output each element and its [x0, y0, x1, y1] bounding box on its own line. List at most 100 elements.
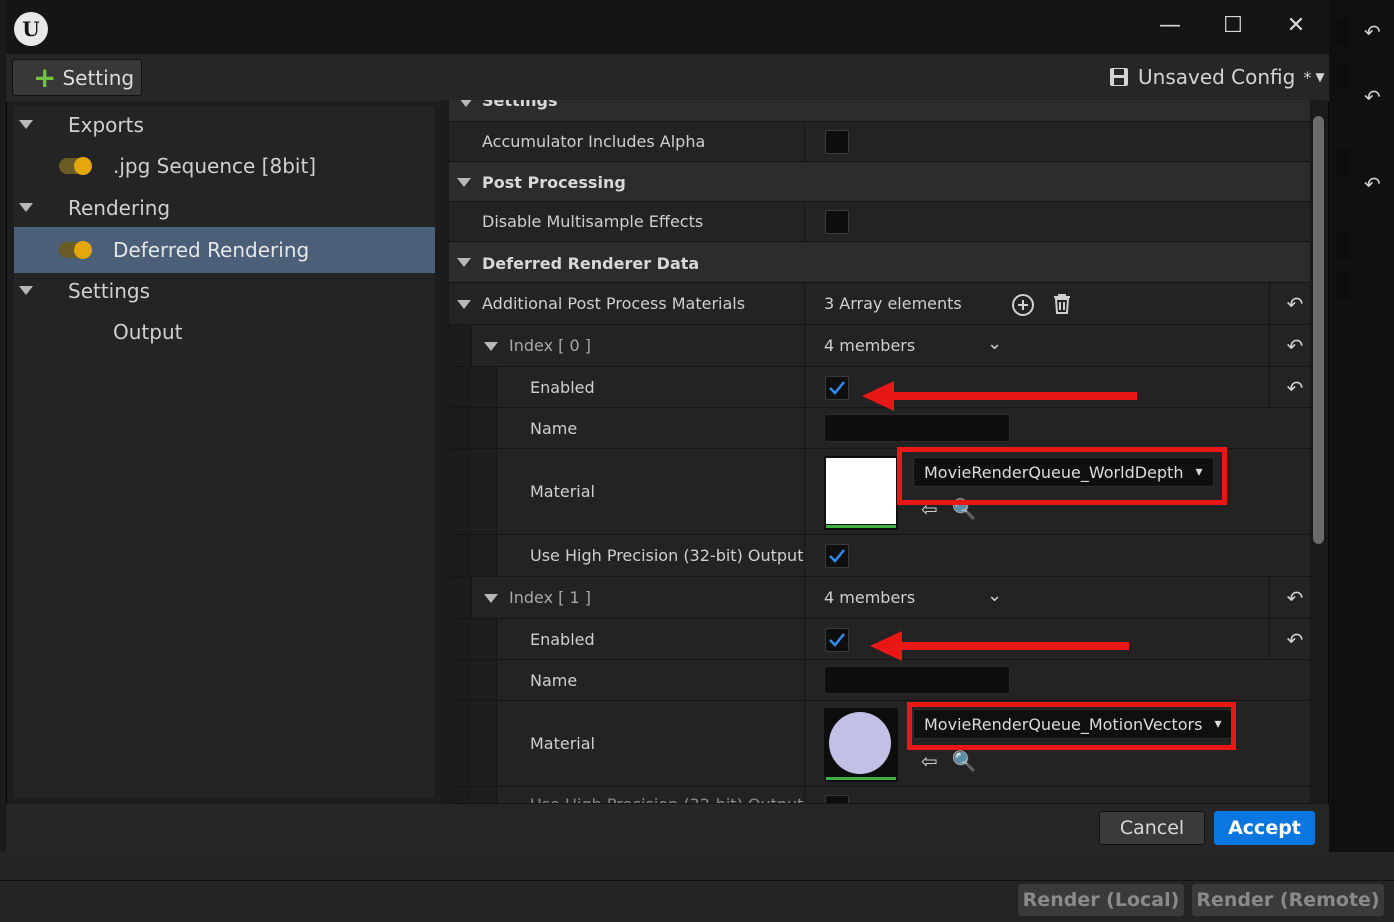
add-setting-label: Setting: [62, 65, 135, 90]
cancel-button[interactable]: Cancel: [1099, 811, 1205, 845]
enable-toggle[interactable]: [59, 156, 92, 175]
chevron-down-icon: ▼: [1315, 70, 1325, 84]
undo-icon[interactable]: ↶: [1284, 586, 1306, 610]
array-index-1: Index [ 1 ] 4 members ⌄ ↶: [449, 577, 1310, 619]
checkmark-icon: [829, 381, 845, 395]
expand-arrow-icon: [457, 178, 471, 187]
enable-toggle[interactable]: [59, 241, 92, 259]
background-field: [1336, 62, 1350, 90]
checkmark-icon: [829, 549, 845, 563]
accumulator-alpha-checkbox[interactable]: [825, 130, 849, 154]
property-label: Material: [530, 482, 595, 501]
category-deferred-renderer-data[interactable]: Deferred Renderer Data: [449, 242, 1310, 283]
property-name-1: Name: [449, 660, 1310, 701]
property-label: Use High Precision (32-bit) Output: [530, 795, 803, 803]
expand-arrow-icon: [19, 203, 33, 212]
property-label: Use High Precision (32-bit) Output: [530, 546, 804, 565]
details-scrollbar[interactable]: [1313, 116, 1324, 544]
background-field: [1336, 232, 1350, 260]
expand-arrow-icon[interactable]: [457, 300, 471, 309]
tree-item-rendering[interactable]: Rendering: [14, 187, 435, 228]
config-dropdown[interactable]: Unsaved Config * ▼: [1108, 60, 1325, 94]
title-bar: [6, 0, 1329, 54]
expand-arrow-icon[interactable]: [484, 594, 498, 603]
name-input[interactable]: [824, 666, 1010, 694]
render-remote-button[interactable]: Render (Remote): [1192, 884, 1384, 916]
property-accumulator-alpha: Accumulator Includes Alpha: [449, 122, 1310, 162]
annotation-arrow-icon: [862, 381, 1137, 411]
tree-item-settings[interactable]: Settings: [14, 270, 435, 311]
undo-icon[interactable]: ↶: [1364, 20, 1381, 44]
annotation-highlight-box: [907, 702, 1236, 750]
property-label: Additional Post Process Materials: [482, 294, 746, 313]
enabled-checkbox[interactable]: [825, 376, 849, 400]
use-selected-icon[interactable]: ⇦: [921, 749, 938, 773]
property-label: Enabled: [530, 630, 595, 649]
property-label: Accumulator Includes Alpha: [482, 132, 706, 151]
material-thumbnail[interactable]: [824, 708, 898, 782]
background-field: [1336, 148, 1350, 176]
background-field: [1336, 272, 1350, 300]
category-settings[interactable]: Settings: [449, 100, 1310, 122]
render-local-button[interactable]: Render (Local): [1018, 884, 1184, 916]
tree-item-label: Output: [113, 319, 183, 344]
tree-item-label: Deferred Rendering: [113, 238, 310, 262]
modified-indicator: *: [1303, 67, 1312, 87]
unreal-logo-icon: U: [14, 12, 48, 46]
undo-icon[interactable]: ↶: [1364, 172, 1381, 196]
minimize-button[interactable]: —: [1152, 10, 1188, 40]
tree-item-label: Exports: [68, 112, 144, 137]
property-label: Material: [530, 734, 595, 753]
members-count: 4 members: [824, 336, 916, 355]
category-label: Settings: [482, 100, 558, 110]
index-number: [ 0 ]: [558, 336, 591, 355]
undo-icon[interactable]: ↶: [1284, 628, 1306, 652]
expand-arrow-icon: [19, 120, 33, 129]
expand-arrow-icon: [19, 286, 33, 295]
disable-multisample-checkbox[interactable]: [825, 210, 849, 234]
undo-icon[interactable]: ↶: [1284, 334, 1306, 358]
add-element-icon[interactable]: [1011, 293, 1035, 317]
category-label: Post Processing: [482, 173, 626, 192]
index-label: Index: [509, 588, 554, 607]
plus-icon: +: [33, 60, 57, 94]
browse-icon[interactable]: 🔍: [952, 749, 977, 773]
enabled-checkbox[interactable]: [825, 628, 849, 652]
add-setting-button[interactable]: + Setting: [12, 59, 142, 96]
config-name: Unsaved Config: [1138, 65, 1296, 89]
divider: [0, 880, 1394, 881]
category-label: Deferred Renderer Data: [482, 254, 700, 273]
property-additional-materials: Additional Post Process Materials 3 Arra…: [449, 283, 1310, 325]
trash-icon[interactable]: [1051, 292, 1073, 316]
checkmark-icon: [829, 633, 845, 647]
undo-icon[interactable]: ↶: [1284, 292, 1306, 316]
tree-item-jpg-sequence[interactable]: .jpg Sequence [8bit]: [14, 145, 435, 186]
material-thumbnail[interactable]: [824, 456, 898, 530]
tree-item-output[interactable]: Output: [14, 311, 435, 352]
chevron-down-icon[interactable]: ⌄: [987, 585, 1002, 606]
tree-item-exports[interactable]: Exports: [14, 104, 435, 145]
property-label: Name: [530, 671, 578, 690]
undo-icon[interactable]: ↶: [1364, 85, 1381, 109]
array-index-0: Index [ 0 ] 4 members ⌄ ↶: [449, 325, 1310, 367]
expand-arrow-icon: [457, 258, 471, 267]
save-icon: [1110, 68, 1128, 86]
name-input[interactable]: [824, 414, 1010, 442]
accept-button[interactable]: Accept: [1214, 811, 1315, 845]
undo-icon[interactable]: ↶: [1284, 376, 1306, 400]
array-count: 3 Array elements: [824, 294, 962, 313]
index-number: [ 1 ]: [558, 588, 591, 607]
maximize-button[interactable]: ☐: [1215, 10, 1251, 40]
category-post-processing[interactable]: Post Processing: [449, 162, 1310, 202]
property-disable-multisample: Disable Multisample Effects: [449, 202, 1310, 242]
tree-item-deferred-rendering[interactable]: Deferred Rendering: [14, 227, 435, 273]
members-count: 4 members: [824, 588, 916, 607]
expand-arrow-icon[interactable]: [484, 342, 498, 351]
property-label: Name: [530, 419, 578, 438]
high-precision-checkbox[interactable]: [825, 544, 849, 568]
high-precision-checkbox[interactable]: [825, 795, 849, 803]
chevron-down-icon[interactable]: ⌄: [987, 333, 1002, 354]
close-button[interactable]: ✕: [1278, 10, 1314, 40]
background-footer: [0, 852, 1394, 922]
property-name-0: Name: [449, 408, 1310, 449]
